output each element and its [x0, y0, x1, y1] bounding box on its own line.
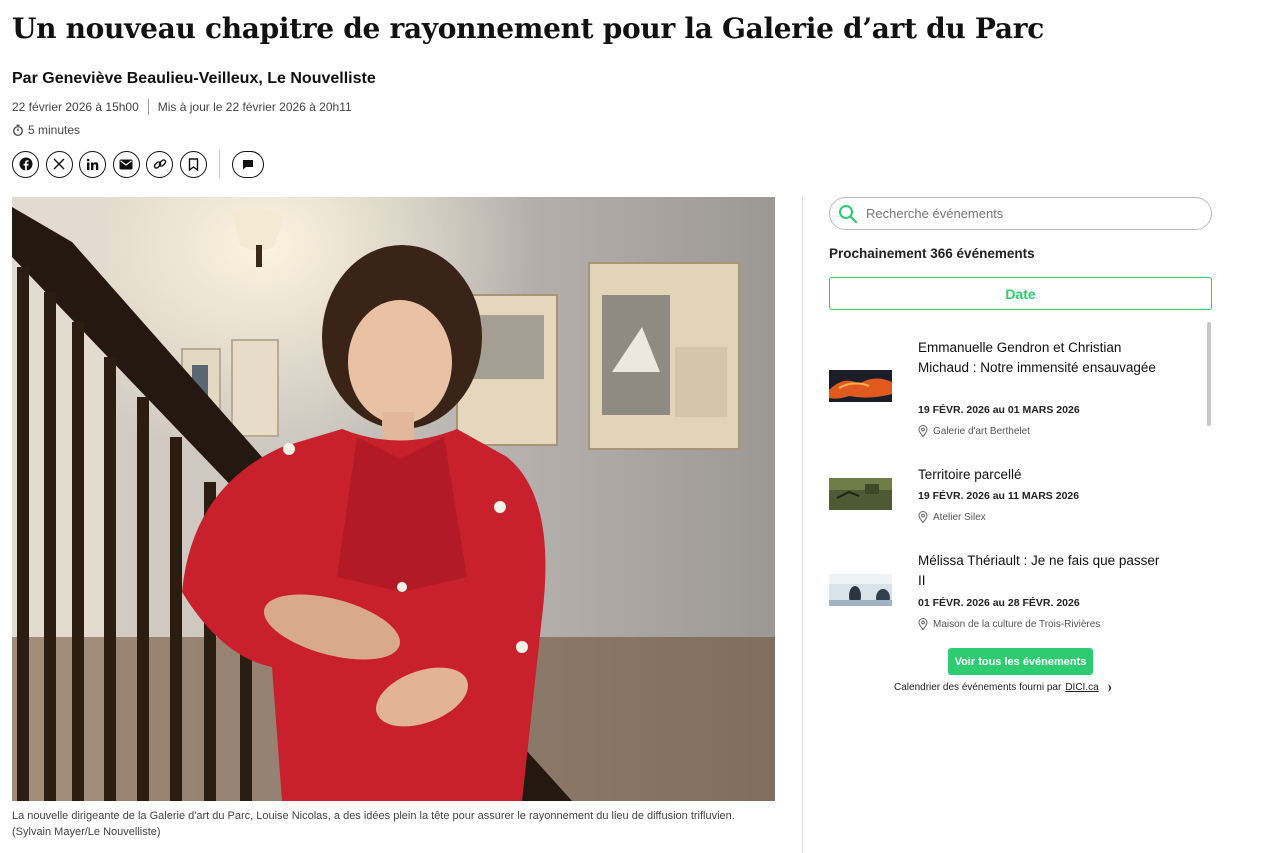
event-venue: Galerie d'art Berthelet	[918, 425, 1030, 437]
event-venue-label: Atelier Silex	[933, 511, 986, 523]
share-divider	[219, 150, 220, 178]
copy-link-button[interactable]	[146, 150, 173, 178]
article-headline: Un nouveau chapitre de rayonnement pour …	[12, 12, 1044, 45]
provider-text: Calendrier des événements fourni par	[894, 682, 1062, 693]
bookmark-button[interactable]	[179, 150, 207, 178]
dici-logo-icon	[1107, 683, 1111, 692]
comments-button[interactable]	[232, 150, 264, 178]
published-date: 22 février 2026 à 15h00	[12, 100, 139, 114]
event-dates: 01 FÉVR. 2026 au 28 FÉVR. 2026	[918, 597, 1080, 609]
caption-credit: (Sylvain Mayer/Le Nouvelliste)	[12, 826, 161, 838]
event-dates: 19 FÉVR. 2026 au 01 MARS 2026	[918, 404, 1080, 416]
event-search-input[interactable]	[866, 206, 1166, 221]
date-separator	[147, 99, 149, 115]
map-pin-icon	[918, 511, 928, 523]
stopwatch-icon	[13, 124, 23, 136]
share-bar	[12, 150, 264, 178]
event-search	[829, 197, 1212, 230]
event-venue-label: Galerie d'art Berthelet	[933, 425, 1030, 437]
map-pin-icon	[918, 425, 928, 437]
read-time-label: 5 minutes	[28, 123, 81, 137]
event-venue: Maison de la culture de Trois-Rivières	[918, 618, 1100, 630]
x-share-button[interactable]	[45, 150, 73, 178]
events-scrollbar[interactable]	[1207, 322, 1211, 426]
bookmark-icon	[188, 157, 198, 171]
sidebar-divider	[802, 197, 803, 853]
updated-date: Mis à jour le 22 février 2026 à 20h11	[157, 100, 352, 114]
calendar-provider: Calendrier des événements fourni par DIC…	[894, 682, 1115, 693]
email-icon	[119, 159, 133, 169]
event-thumbnail	[829, 370, 892, 402]
caption-text: La nouvelle dirigeante de la Galerie d'a…	[12, 810, 735, 822]
upcoming-events-count: Prochainement 366 événements	[829, 246, 1035, 261]
article-byline: Par Geneviève Beaulieu-Veilleux, Le Nouv…	[12, 70, 376, 87]
map-pin-icon	[918, 618, 928, 630]
article-dates: 22 février 2026 à 15h00 Mis à jour le 22…	[12, 99, 352, 115]
event-title: Territoire parcellé	[918, 467, 1022, 482]
provider-link[interactable]: DICI.ca	[1065, 682, 1098, 693]
date-filter-button[interactable]: Date	[829, 277, 1212, 310]
x-icon	[53, 158, 65, 170]
linkedin-share-button[interactable]	[79, 150, 106, 178]
email-share-button[interactable]	[112, 150, 140, 178]
facebook-icon	[19, 157, 32, 171]
comment-icon	[243, 159, 253, 169]
facebook-share-button[interactable]	[12, 150, 39, 178]
article-photo[interactable]	[12, 197, 775, 801]
link-icon	[153, 159, 166, 169]
all-events-button[interactable]: Voir tous les événements	[948, 648, 1093, 675]
event-venue: Atelier Silex	[918, 511, 986, 523]
event-thumbnail	[829, 478, 892, 510]
event-title: Mélissa Thériault : Je ne fais que passe…	[918, 553, 1160, 588]
photo-illustration	[12, 197, 775, 801]
event-thumbnail	[829, 574, 892, 606]
event-dates: 19 FÉVR. 2026 au 11 MARS 2026	[918, 490, 1080, 502]
event-title: Emmanuelle Gendron et Christian Michaud …	[918, 340, 1156, 375]
search-icon	[839, 204, 858, 223]
linkedin-icon	[86, 158, 99, 170]
photo-caption: La nouvelle dirigeante de la Galerie d'a…	[12, 808, 772, 840]
event-venue-label: Maison de la culture de Trois-Rivières	[933, 618, 1101, 630]
read-time: 5 minutes	[12, 123, 80, 137]
